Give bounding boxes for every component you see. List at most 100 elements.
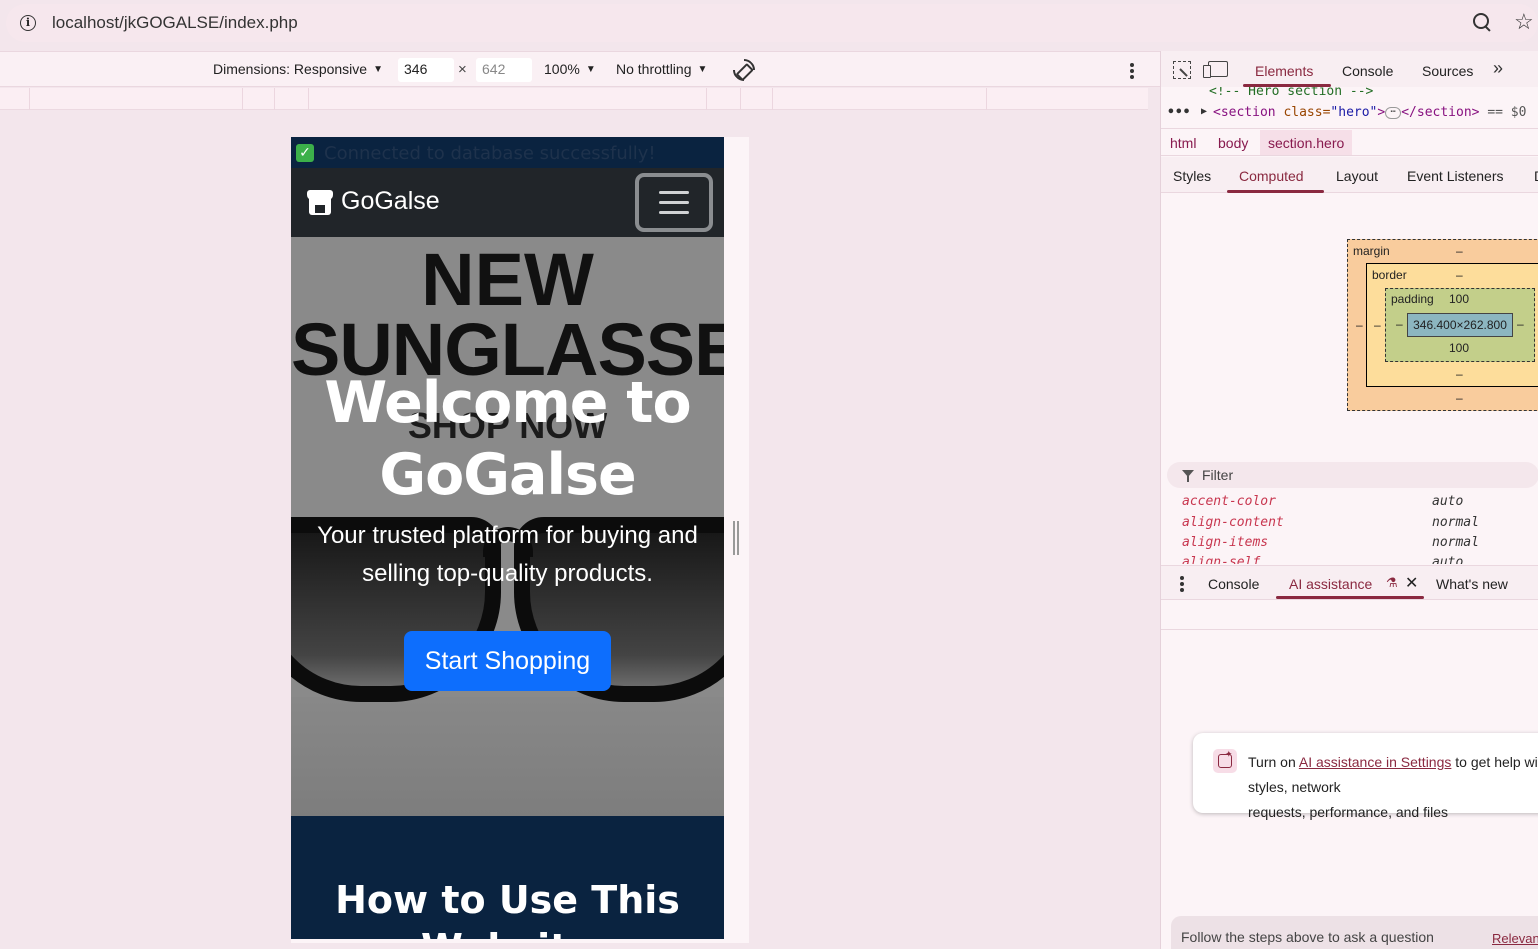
- ai-assistance-icon: [1213, 749, 1237, 773]
- hero-title-line-1: Welcome to: [324, 370, 691, 436]
- computed-properties-list: accent-color auto align-content normal a…: [1161, 494, 1538, 564]
- device-toolbar: Dimensions: Responsive ▼ 346 × 642 100% …: [0, 51, 1160, 87]
- info-icon[interactable]: i: [14, 9, 42, 37]
- resize-handle[interactable]: [733, 521, 739, 555]
- more-options-icon[interactable]: [1130, 63, 1134, 81]
- property-value: auto: [1432, 494, 1464, 509]
- tab-sources[interactable]: Sources: [1422, 63, 1473, 79]
- property-name: accent-color: [1182, 494, 1276, 509]
- dom-more-icon[interactable]: •••: [1167, 105, 1190, 120]
- filter-placeholder: Filter: [1202, 467, 1234, 483]
- tab-computed[interactable]: Computed: [1239, 168, 1304, 184]
- device-toggle-icon[interactable]: [1203, 61, 1228, 78]
- breadcrumb-section-hero[interactable]: section.hero: [1260, 130, 1353, 155]
- zoom-dropdown[interactable]: 100% ▼: [544, 61, 596, 77]
- navbar: GoGalse: [291, 168, 724, 237]
- start-shopping-button[interactable]: Start Shopping: [404, 631, 611, 691]
- relevant-data-link[interactable]: Relevant data: [1492, 931, 1538, 946]
- address-bar[interactable]: i localhost/jkGOGALSE/index.php ☆: [6, 4, 1538, 42]
- drawer-menu-icon[interactable]: [1180, 576, 1184, 594]
- devtools-panel: Elements Console Sources » <!-- Hero sec…: [1160, 51, 1538, 949]
- width-input[interactable]: 346: [398, 58, 454, 82]
- zoom-icon[interactable]: [1472, 12, 1492, 32]
- dom-attr-value: "hero": [1330, 105, 1378, 120]
- site-info-glyph: i: [20, 15, 36, 31]
- chevron-down-icon: ▼: [697, 63, 708, 75]
- active-drawer-tab-indicator: [1276, 596, 1424, 599]
- padding-right-value: –: [1517, 317, 1524, 331]
- dimensions-dropdown[interactable]: Dimensions: Responsive ▼: [213, 61, 383, 77]
- dom-attr-name: class=: [1275, 105, 1331, 120]
- zoom-label: 100%: [544, 61, 580, 77]
- box-model-content[interactable]: 346.400×262.800: [1407, 313, 1513, 337]
- dom-node-section[interactable]: ••• ▶ <section class="hero"> ⋯ </section> …: [1161, 105, 1538, 127]
- margin-bottom-value: –: [1456, 391, 1463, 405]
- more-tabs-icon[interactable]: »: [1493, 58, 1503, 79]
- devtools-tabbar: Elements Console Sources »: [1161, 51, 1538, 87]
- rotate-icon[interactable]: [728, 54, 760, 86]
- computed-property-row[interactable]: align-items normal: [1161, 535, 1538, 555]
- box-model-padding[interactable]: padding 100 – – 100 346.400×262.800: [1385, 288, 1535, 362]
- tab-event-listeners[interactable]: Event Listeners: [1407, 168, 1504, 184]
- tab-elements[interactable]: Elements: [1255, 63, 1313, 79]
- tab-layout[interactable]: Layout: [1336, 168, 1378, 184]
- property-name: align-self: [1182, 555, 1261, 564]
- computed-filter-input[interactable]: Filter: [1167, 462, 1538, 488]
- tab-styles[interactable]: Styles: [1173, 168, 1211, 184]
- brand-link[interactable]: GoGalse: [341, 187, 440, 216]
- dom-comment: <!-- Hero section -->: [1209, 87, 1374, 99]
- collapsed-content-button[interactable]: ⋯: [1385, 106, 1402, 119]
- close-icon[interactable]: ✕: [1405, 573, 1418, 593]
- hero-section: NEW SUNGLASSES SHOP NOW Welcome to GoGal…: [291, 237, 724, 816]
- url-text[interactable]: localhost/jkGOGALSE/index.php: [52, 13, 298, 33]
- shop-icon: [307, 190, 333, 215]
- box-model-margin[interactable]: margin – – – border – – – padding 100 – …: [1347, 239, 1538, 411]
- hero-lead-line-1: Your trusted platform for buying and: [317, 522, 698, 549]
- navbar-toggler[interactable]: [635, 173, 713, 232]
- drawer-tab-whats-new[interactable]: What's new: [1436, 576, 1508, 592]
- hero-lead: Your trusted platform for buying and sel…: [291, 517, 724, 593]
- selected-marker: == $0: [1487, 105, 1527, 120]
- prompt-placeholder: Follow the steps above to ask a question: [1181, 929, 1434, 945]
- styles-subtabs: Styles Computed Layout Event Listeners D: [1161, 157, 1538, 193]
- expand-triangle-icon[interactable]: ▶: [1201, 106, 1207, 117]
- ai-assistance-card: Turn on AI assistance in Settings to get…: [1193, 733, 1538, 820]
- padding-left-value: –: [1396, 317, 1403, 331]
- drawer-tab-console[interactable]: Console: [1208, 576, 1259, 592]
- margin-label: margin: [1353, 244, 1390, 258]
- padding-label: padding: [1391, 292, 1434, 306]
- db-status-text: Connected to database successfully!: [324, 143, 656, 164]
- margin-top-value: –: [1456, 244, 1463, 258]
- breadcrumb-body[interactable]: body: [1218, 135, 1248, 151]
- throttling-dropdown[interactable]: No throttling ▼: [616, 61, 707, 77]
- tab-dom-breakpoints[interactable]: D: [1534, 168, 1538, 184]
- inspect-element-icon[interactable]: [1173, 61, 1191, 79]
- padding-top-value: 100: [1449, 292, 1470, 306]
- db-status-alert: ✓ Connected to database successfully!: [291, 137, 724, 168]
- ai-card-line2: requests, performance, and files: [1248, 804, 1448, 820]
- ai-settings-link[interactable]: AI assistance in Settings: [1299, 754, 1452, 770]
- computed-property-row[interactable]: accent-color auto: [1161, 494, 1538, 514]
- property-value: normal: [1432, 535, 1479, 550]
- menu-icon: [659, 191, 689, 194]
- box-model-border[interactable]: border – – – padding 100 – – 100 346.400…: [1366, 263, 1538, 387]
- address-bar-actions: ☆: [1472, 12, 1538, 32]
- ai-prompt-input[interactable]: Follow the steps above to ask a question…: [1171, 916, 1538, 949]
- dom-close-tag: </section>: [1401, 105, 1480, 120]
- star-icon[interactable]: ☆: [1514, 12, 1538, 32]
- chevron-down-icon: ▼: [373, 63, 383, 75]
- computed-property-row[interactable]: align-self auto: [1161, 555, 1538, 564]
- how-to-section: How to Use This Website: [291, 816, 724, 939]
- dimensions-label: Dimensions: Responsive: [213, 61, 368, 77]
- drawer-tab-ai-assistance[interactable]: AI assistance: [1289, 576, 1372, 592]
- height-input[interactable]: 642: [476, 58, 532, 82]
- border-bottom-value: –: [1456, 367, 1463, 381]
- breadcrumb-html[interactable]: html: [1170, 135, 1196, 151]
- computed-property-row[interactable]: align-content normal: [1161, 515, 1538, 535]
- browser-toolbar: i localhost/jkGOGALSE/index.php ☆: [0, 0, 1538, 49]
- breadcrumb: html body section.hero: [1161, 128, 1538, 156]
- border-label: border: [1372, 268, 1407, 282]
- tab-console[interactable]: Console: [1342, 63, 1393, 79]
- box-model-diagram: margin – – – border – – – padding 100 – …: [1347, 239, 1538, 411]
- dimension-separator: ×: [458, 61, 467, 78]
